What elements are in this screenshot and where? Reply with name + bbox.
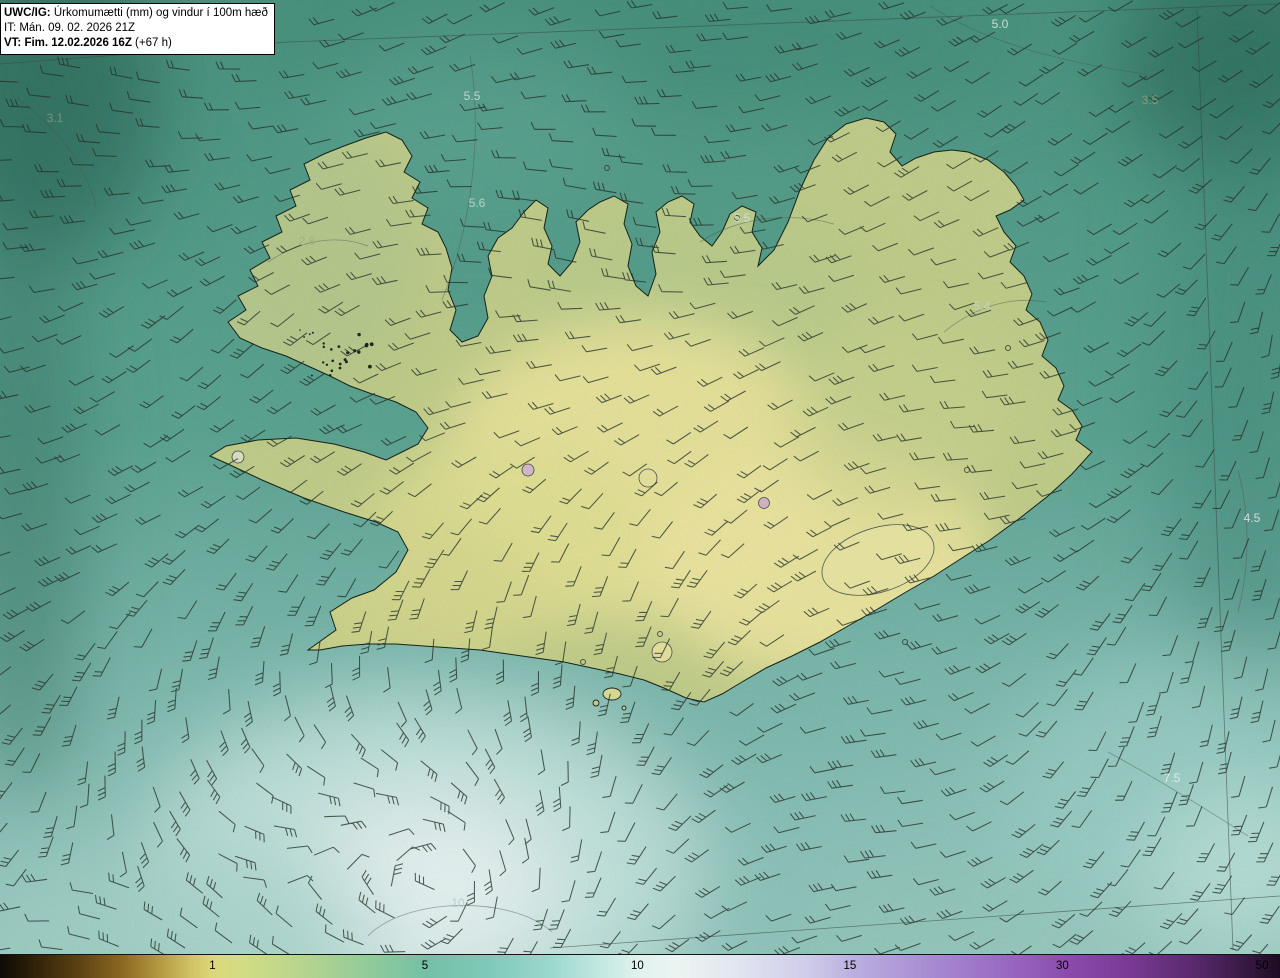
colorbar-tick-1: 1 bbox=[209, 960, 216, 972]
stipple-texture bbox=[0, 0, 1280, 955]
lead-time: (+67 h) bbox=[131, 36, 172, 49]
iceland-weather-map: 3.15.55.03.55.62.85.55.44.57.510 bbox=[0, 0, 1280, 955]
colorbar-tick-10: 10 bbox=[631, 960, 644, 972]
precipitation-colorbar: 1 5 10 15 30 50 bbox=[0, 954, 1280, 978]
valid-time: VT: Fim. 12.02.2026 16Z bbox=[4, 36, 132, 49]
colorbar-ticks: 1 5 10 15 30 50 bbox=[0, 955, 1280, 978]
map-area: 3.1 5.5 5.0 3.5 5.6 2.8 5.5 5.4 4.5 7.5 10 UWC/IG:… bbox=[0, 0, 1280, 955]
colorbar-tick-5: 5 bbox=[421, 960, 429, 972]
weather-forecast-page: 3.1 5.5 5.0 3.5 5.6 2.8 5.5 5.4 4.5 7.5 10 UWC/IG:… bbox=[0, 0, 1280, 978]
valid-time-line: VT: Fim. 12.02.2026 16Z (+67 h) bbox=[4, 36, 268, 51]
model-title-line: UWC/IG: Úrkomumætti (mm) og vindur í 100… bbox=[4, 6, 268, 21]
colorbar-tick-30: 30 bbox=[1055, 960, 1069, 972]
forecast-title-box: UWC/IG: Úrkomumætti (mm) og vindur í 100… bbox=[0, 3, 275, 55]
model-name: UWC/IG: bbox=[4, 7, 51, 19]
init-time-line: IT: Mán. 09. 02. 2026 21Z bbox=[4, 21, 136, 34]
model-title-text: Úrkomumætti (mm) og vindur í 100m hæð bbox=[50, 7, 268, 19]
colorbar-tick-50: 50 bbox=[1255, 960, 1269, 972]
colorbar-tick-15: 15 bbox=[843, 960, 857, 972]
